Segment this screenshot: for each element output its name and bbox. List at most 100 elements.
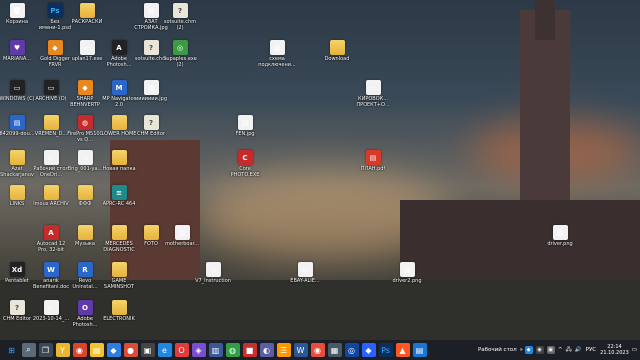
app-red-icon-2[interactable]: ■ bbox=[242, 343, 257, 357]
desktop-icon[interactable]: ▭ 2023-10-14_... bbox=[33, 300, 69, 322]
folder-icon bbox=[79, 3, 95, 18]
desktop-icon[interactable]: ◆ SHARP BEHNVERTP bbox=[68, 80, 102, 108]
edge-icon[interactable]: e bbox=[157, 343, 172, 357]
photoshop-icon[interactable]: Ps bbox=[378, 343, 393, 357]
app-icon-6[interactable]: ◎ bbox=[344, 343, 359, 357]
app-blue-icon[interactable]: ◆ bbox=[106, 343, 121, 357]
folder-icon bbox=[43, 115, 59, 130]
desktop-icon[interactable]: РАСКРАСКИ bbox=[70, 3, 104, 25]
desktop-icon[interactable]: ▧ FEN.jpg bbox=[228, 115, 262, 137]
desktop-icon[interactable]: lmous ARCHIV bbox=[33, 185, 69, 207]
clock-date: 21.10.2023 bbox=[600, 350, 629, 356]
desktop-icon[interactable]: ? sotsuite.chm (2) bbox=[163, 3, 197, 31]
desktop-icon[interactable]: M MP Navigator 2.0 bbox=[102, 80, 136, 108]
desktop-icon[interactable]: Download bbox=[320, 40, 354, 62]
desktop-icon[interactable]: ◆ Gold Digger FRVR bbox=[38, 40, 72, 68]
desktop-icon[interactable]: 🗑 Корзина bbox=[0, 3, 34, 25]
app-green-icon[interactable]: ◍ bbox=[225, 343, 240, 357]
file-explorer-icon[interactable]: ▤ bbox=[89, 343, 104, 357]
app-icon: ♥ bbox=[9, 40, 25, 55]
desktop-toolbar-label[interactable]: Рабочий стол bbox=[478, 347, 517, 353]
tray-chevron-icon[interactable]: » bbox=[520, 347, 523, 353]
app-icon-7[interactable]: ◆ bbox=[361, 343, 376, 357]
desktop-icon[interactable]: LINKS bbox=[0, 185, 34, 207]
app-icon-9[interactable]: ▤ bbox=[412, 343, 427, 357]
desktop-icon-label: 842099-dou... bbox=[0, 131, 35, 137]
desktop-icon[interactable]: ▧ схема подключени... bbox=[258, 40, 296, 68]
app-purple-icon[interactable]: ◈ bbox=[191, 343, 206, 357]
desktop-icon[interactable]: ▤ ПЛАН.pdf bbox=[356, 150, 390, 172]
desktop-icon[interactable]: ▧ иииииии.jpg bbox=[134, 80, 168, 102]
tray-app-icon-3[interactable]: ▣ bbox=[546, 346, 555, 354]
desktop-icon[interactable]: ▭ ARCHIVE (D) bbox=[34, 80, 68, 102]
network-icon[interactable]: 🖧 bbox=[566, 346, 572, 355]
desktop-icon[interactable]: ≡ APRC-RC 464 bbox=[102, 185, 136, 207]
app-icon-8[interactable]: ▲ bbox=[395, 343, 410, 357]
desktop-icon[interactable]: ◎ Supaplex.exe (2) bbox=[163, 40, 197, 68]
desktop-icon[interactable]: ▧ driver.png bbox=[543, 225, 577, 247]
desktop-icon[interactable]: A Autocad 12 Pro, 32-bit bbox=[34, 225, 68, 253]
volume-icon[interactable]: 🔊 bbox=[575, 347, 582, 353]
desktop-icon[interactable]: ELECTRONIK bbox=[102, 300, 136, 322]
desktop-icon[interactable]: R Revo Uninstal... bbox=[68, 262, 102, 290]
desktop-icon[interactable]: ? CHM Editor bbox=[134, 115, 168, 137]
language-indicator[interactable]: РУС bbox=[586, 347, 597, 353]
desktop-icon[interactable]: Xd Pentablet bbox=[0, 262, 34, 284]
desktop-icon[interactable]: ▭ Brig_001-ya... bbox=[68, 150, 102, 172]
desktop-icon[interactable]: ▭ Рабочий стол OneDri... bbox=[33, 150, 69, 178]
desktop-icon[interactable]: Ps Без имени-1.psd bbox=[38, 3, 72, 31]
desktop-icon[interactable]: ▭ WINDOWS (C) bbox=[0, 80, 35, 102]
app-red-icon[interactable]: ◉ bbox=[72, 343, 87, 357]
desktop-icon[interactable]: ▧ driver2.png bbox=[390, 262, 424, 284]
desktop-icon[interactable]: O Adobe Photosh... bbox=[68, 300, 102, 328]
app-icon-5[interactable]: ▦ bbox=[327, 343, 342, 357]
desktop-icon[interactable]: ? CHM Editor bbox=[0, 300, 34, 322]
desktop-icon[interactable]: ▭ КИРОВОК... ПРОЕКТ+О... bbox=[356, 80, 390, 108]
desktop-icon[interactable]: ФФФ bbox=[68, 185, 102, 207]
search-icon[interactable]: ⌕ bbox=[21, 343, 36, 357]
desktop-icon-label: CHM Editor bbox=[137, 131, 165, 137]
desktop-icon[interactable]: Музыка bbox=[68, 225, 102, 247]
tray-up-arrow-icon[interactable]: ^ bbox=[558, 347, 563, 353]
yandex-browser-icon[interactable]: Y bbox=[55, 343, 70, 357]
app-orange-icon[interactable]: ☰ bbox=[276, 343, 291, 357]
desktop-icon[interactable]: GAME SAMINSHOT bbox=[102, 262, 136, 290]
desktop-icon-label: CHM Editor bbox=[3, 316, 31, 322]
desktop-icon[interactable]: LOWER HOME bbox=[102, 115, 136, 137]
app-icon-3[interactable]: ◐ bbox=[259, 343, 274, 357]
file-icon: ▭ bbox=[77, 150, 93, 165]
desktop-icon[interactable]: MERCEDES DIAGNOSTIC bbox=[102, 225, 136, 253]
desktop-icon[interactable]: Azat Shackarjanov bbox=[0, 150, 34, 178]
chrome-icon[interactable]: ● bbox=[123, 343, 138, 357]
desktop-icon[interactable]: ▭ V7_Instruction bbox=[195, 262, 231, 284]
desktop-icon[interactable]: ♥ MARIANA... bbox=[0, 40, 34, 62]
task-view-icon[interactable]: ❐ bbox=[38, 343, 53, 357]
desktop-icon[interactable]: Wanarik Benefitani.doc bbox=[33, 262, 69, 290]
desktop-icon-label: sotsuite.chm (2) bbox=[163, 19, 197, 31]
tray-app-icon-2[interactable]: ◉ bbox=[535, 346, 544, 354]
windows-start-icon[interactable]: ⊞ bbox=[5, 343, 19, 357]
desktop-icon[interactable]: VREMEN_D... bbox=[34, 115, 68, 137]
desktop-icon[interactable]: ▧ motherboar... bbox=[165, 225, 199, 247]
desktop-icon-label: lmous ARCHIV bbox=[33, 201, 69, 207]
app-icon-2[interactable]: ▥ bbox=[208, 343, 223, 357]
file-icon: ▭ bbox=[43, 300, 59, 315]
opera-icon[interactable]: O bbox=[174, 343, 189, 357]
desktop-icon[interactable]: ▤ 842099-dou... bbox=[0, 115, 35, 137]
app-icon-4[interactable]: ◉ bbox=[310, 343, 325, 357]
desktop-icon[interactable]: Новая папка bbox=[102, 150, 136, 172]
word-icon[interactable]: W bbox=[293, 343, 308, 357]
clock[interactable]: 22:14 21.10.2023 bbox=[600, 344, 629, 356]
app-icon[interactable]: ▣ bbox=[140, 343, 155, 357]
tray-app-icon[interactable]: ◆ bbox=[524, 346, 533, 354]
desktop-icon[interactable]: ▭ EBAY-ALIE... bbox=[288, 262, 322, 284]
desktop-icon[interactable]: A Adobe Photosh... bbox=[102, 40, 136, 68]
desktop-icon[interactable]: ◍ FirePro M5100 vs Q... bbox=[67, 115, 103, 143]
taskbar: ⊞ ⌕ ❐ Y ◉ ▤ ◆ ● ▣ e O ◈ ▥ ◍ ■ ◐ ☰ W ◉ ▦ … bbox=[0, 340, 640, 360]
desktop-icon-label: MARIANA... bbox=[3, 56, 31, 62]
desktop-icon[interactable]: C Core PHOTO.EXE bbox=[228, 150, 262, 178]
desktop-icon-label: VREMEN_D... bbox=[34, 131, 68, 137]
notifications-icon[interactable]: ▭ bbox=[632, 347, 637, 353]
chm-file-icon: ? bbox=[9, 300, 25, 315]
desktop-icon[interactable]: ▭ uplan17.exe bbox=[70, 40, 104, 62]
